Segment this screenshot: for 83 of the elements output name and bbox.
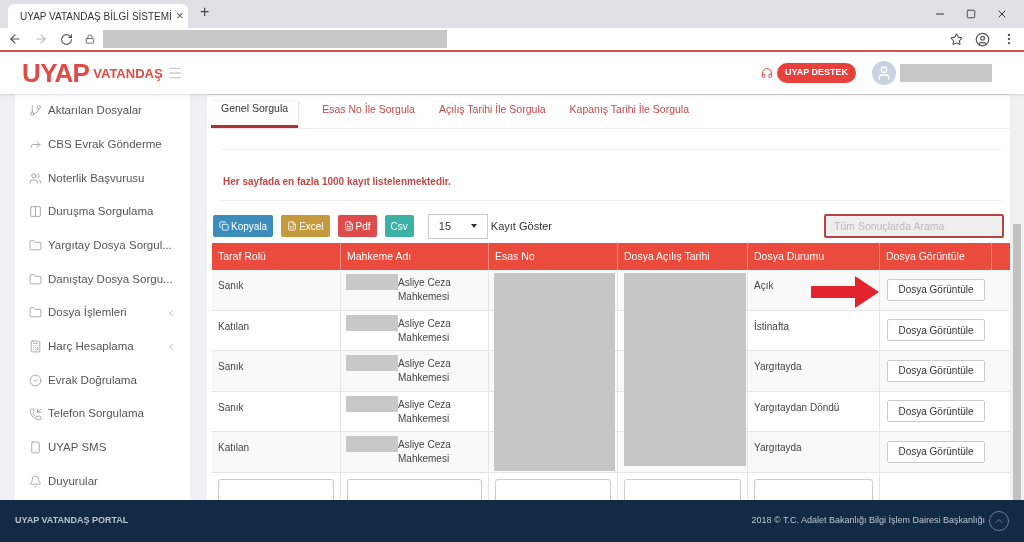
spreadsheet-icon [287,221,298,231]
table-cell: Sanık [212,351,341,391]
sidebar-item[interactable]: Noterlik Başvurusu [29,161,176,196]
avatar-icon [872,61,896,85]
sidebar-item[interactable]: Telefon Sorgulama [29,397,176,431]
mobile-icon [29,441,42,455]
query-tab[interactable]: Açılış Tarihi İle Sorgula [438,102,546,128]
reload-icon[interactable] [60,32,73,46]
copyright-text: 2018 © T.C. Adalet Bakanlığı Bilgi İşlem Dairesi Başkanlığı [751,514,985,528]
court-name-redaction [346,274,398,290]
table-cell-text: Asliye Ceza Mahkemesi [398,316,452,345]
dropdown-caret-icon [470,224,477,228]
view-file-button[interactable]: Dosya Görüntüle [887,400,985,423]
court-name-redaction [346,355,398,371]
maximize-icon[interactable] [966,9,976,19]
sidebar-item[interactable]: Dosya İşlemleri [29,296,176,330]
check-circle-icon [29,373,42,387]
new-tab-button[interactable]: + [200,0,210,24]
query-tab[interactable]: Esas No İle Sorgula [322,102,415,128]
table-cell: Yargıtayda [748,432,880,472]
chevron-icon [166,307,176,318]
footer-title: UYAP VATANDAŞ PORTAL [15,514,129,528]
court-name-redaction [346,314,398,331]
table-cell-text: Asliye Ceza Mahkemesi [398,357,452,385]
sidebar-item[interactable]: Yargıtay Dosya Sorgul... [29,228,176,263]
sidebar-item[interactable]: CBS Evrak Gönderme [29,127,176,162]
logo-subtitle: VATANDAŞ [93,64,163,83]
people-icon [29,171,42,185]
folder-icon [29,239,42,253]
view-file-button[interactable]: Dosya Görüntüle [887,359,985,382]
view-file-button[interactable]: Dosya Görüntüle [887,440,985,463]
profile-icon[interactable] [975,31,990,47]
folder-icon [29,272,42,286]
bookmark-star-icon[interactable] [950,32,963,46]
sidebar-item[interactable]: Harç Hesaplama [29,329,176,364]
browser-tab[interactable]: UYAP VATANDAŞ BİLGİ SİSTEMİ × [8,4,188,28]
query-tab[interactable]: Genel Sorgula [211,101,299,128]
table-cell-text: Asliye Ceza Mahkemesi [398,397,452,426]
view-file-button[interactable]: Dosya Görüntüle [887,319,985,342]
bell-icon [29,474,42,488]
tab-close[interactable]: × [175,6,184,26]
sidebar-item[interactable]: Aktarılan Dosyalar [29,94,176,128]
chevron-icon [166,341,176,352]
columns-icon [29,205,42,219]
folder-icon [29,306,42,320]
page-size-select[interactable]: 15 [427,213,488,239]
copy-icon [219,221,229,231]
court-name-redaction [346,395,398,412]
court-name-redaction [346,436,398,452]
sidebar-item[interactable]: Duyurular [29,464,176,499]
support-button[interactable]: UYAP DESTEK [776,63,856,83]
sidebar-item[interactable]: Danıştay Dosya Sorgu... [29,262,176,297]
view-file-button[interactable]: Dosya Görüntüle [887,278,985,301]
table-cell: Katılan [212,432,341,472]
table-cell: Katılan [212,310,341,350]
export-button[interactable]: Pdf [337,215,377,237]
table-cell-text: Asliye Ceza Mahkemesi [398,276,452,304]
forward-icon[interactable] [34,32,48,46]
logo-text: UYAP [22,60,90,86]
table-cell: Sanık [212,391,341,431]
calculator-icon [29,340,42,354]
table-cell-text: Asliye Ceza Mahkemesi [398,438,452,466]
phone-icon [29,407,42,421]
scrollbar[interactable] [1010,94,1024,500]
sidebar-item[interactable]: UYAP SMS [29,430,176,465]
back-icon[interactable] [8,32,22,46]
sidebar-item[interactable]: Duruşma Sorgulama [29,195,176,229]
table-cell: Yargıtayda [748,351,880,391]
branch-icon [29,104,42,118]
lock-icon [85,34,95,44]
table-cell: Yargıtaydan Döndü [748,391,880,431]
headset-icon [760,67,773,79]
sidebar-item[interactable]: Evrak Doğrulama [29,363,176,398]
page-size-label: Kayıt Göster [490,218,552,234]
tab-title: UYAP VATANDAŞ BİLGİ SİSTEMİ [20,9,172,24]
notice-text: Her sayfada en fazla 1000 kayıt listelenmektedir. [223,175,452,189]
table-cell: İstinafta [748,310,880,350]
export-button[interactable]: Kopyala [213,215,274,237]
table-cell: Sanık [212,270,341,310]
table-cell: Açık [748,270,880,310]
document-icon [343,221,354,231]
query-tab[interactable]: Kapanış Tarihi İle Sorgula [569,102,690,128]
close-icon[interactable] [996,8,1008,20]
